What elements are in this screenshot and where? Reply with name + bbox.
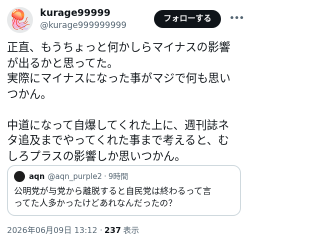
view-count-label: 表示 [123, 226, 140, 235]
quoted-post-time: 9時間 [108, 172, 129, 181]
post-text: 正直、もうちょっと何かしらマイナスの影響 が出るかと思ってた。 実際にマイナスに… [7, 40, 245, 164]
meta-separator: · [103, 172, 107, 181]
quoted-post-meta: aqn @aqn_purple2 · 9時間 [29, 171, 128, 182]
author-avatar[interactable]: 🪼 [7, 7, 33, 33]
post-header: 🪼 kurage99999 @kurage999999999 フォローする ••… [7, 6, 245, 36]
jellyfish-icon: 🪼 [8, 9, 32, 31]
post-timestamp[interactable]: 2026年06月09日 13:12 · [7, 226, 102, 235]
post-paragraph: 中道になって自爆してくれた上に、週刊誌ネ タ追及までやってくれた事まで考えると、… [7, 118, 230, 163]
ellipsis-icon[interactable]: ••• [229, 10, 245, 28]
quoted-author-handle: @aqn_purple2 [47, 172, 102, 181]
author-handle[interactable]: @kurage999999999 [40, 21, 127, 31]
quoted-author-avatar [14, 171, 25, 182]
quoted-post-text: 公明党が与党から離脱すると自民党は終わるって言 ってた人多かったけどあれなんだっ… [14, 187, 212, 209]
quoted-author-name: aqn [29, 172, 45, 181]
view-count: 237 [104, 226, 122, 235]
post-footer: 2026年06月09日 13:12 · 237 表示 [7, 225, 139, 236]
author-display-name[interactable]: kurage99999 [40, 8, 110, 19]
quoted-post[interactable]: aqn @aqn_purple2 · 9時間 公明党が与党から離脱すると自民党は終わる… [7, 165, 241, 216]
post-paragraph: 正直、もうちょっと何かしらマイナスの影響 が出るかと思ってた。 実際にマイナスに… [7, 41, 231, 101]
follow-button[interactable]: フォローする [154, 10, 221, 28]
